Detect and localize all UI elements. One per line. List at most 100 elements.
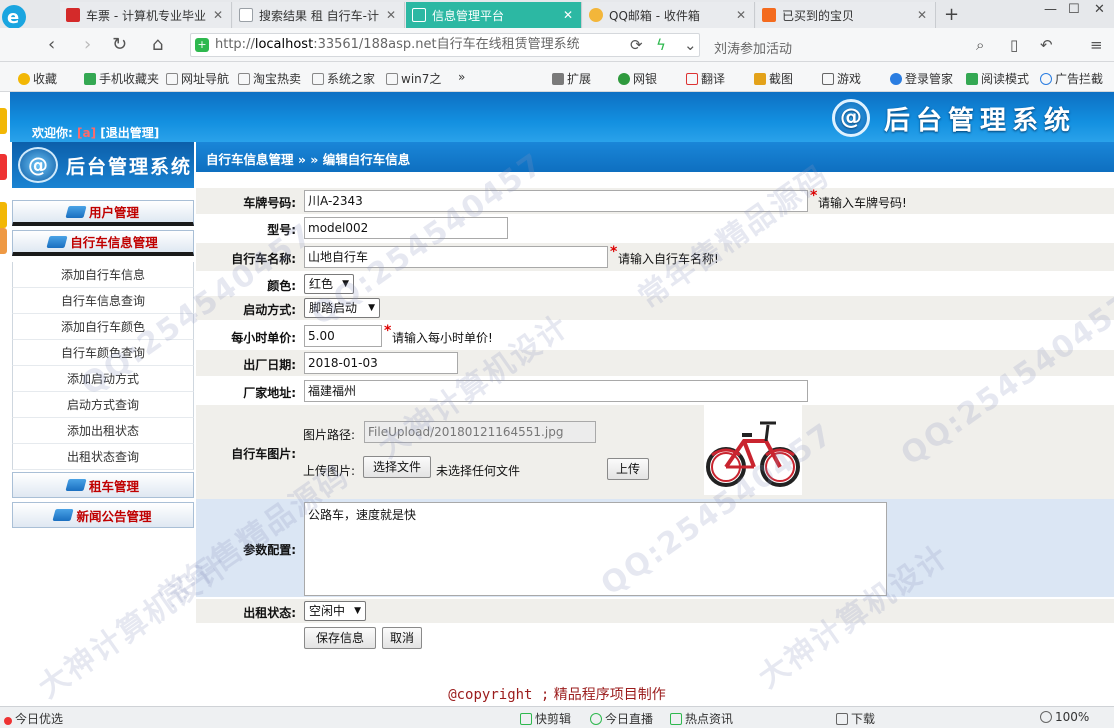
bookmark-taobao[interactable]: 淘宝热卖 [238,70,301,87]
sidebar-app-icon[interactable] [0,202,7,228]
status-hot[interactable]: 热点资讯 [670,710,733,727]
bookmark-xitong[interactable]: 系统之家 [312,70,375,87]
share-icon[interactable]: ⟳ [630,36,643,54]
search-icon [1040,711,1052,723]
tab-title: 已买到的宝贝 [782,8,855,23]
upload-button[interactable]: 上传 [607,458,649,480]
close-window-button[interactable]: ✕ [1094,2,1105,17]
menu-item-add-bike[interactable]: 添加自行车信息 [12,262,194,288]
date-input[interactable]: 2018-01-03 [304,352,458,374]
close-icon[interactable]: ✕ [917,8,929,22]
maximize-button[interactable]: ☐ [1068,2,1080,17]
address-input[interactable]: 福建福州 [304,380,808,402]
price-hint: 请输入每小时单价! [392,331,493,345]
params-textarea[interactable]: 公路车，速度就是快 [304,502,887,596]
refresh-button[interactable]: ↻ [112,34,127,55]
tab-purchased[interactable]: 已买到的宝贝 ✕ [756,2,936,28]
menu-item-add-start[interactable]: 添加启动方式 [12,366,194,392]
choose-file-button[interactable]: 选择文件 [363,456,431,478]
color-label: 颜色: [267,279,296,293]
menu-news-management[interactable]: 新闻公告管理 [12,502,194,528]
cancel-button[interactable]: 取消 [382,627,422,649]
close-icon[interactable]: ✕ [736,8,748,22]
close-icon[interactable]: ✕ [386,8,398,22]
close-icon[interactable]: ✕ [563,8,575,22]
sidebar-app-icon[interactable] [0,108,7,134]
tab-search-results[interactable]: 搜索结果 租 自行车-计 ✕ [233,2,405,28]
back-button[interactable]: ‹ [48,34,55,55]
lightning-icon[interactable]: ϟ [656,36,666,54]
globe-icon [618,73,630,85]
menu-item-bike-query[interactable]: 自行车信息查询 [12,288,194,314]
menu-icon [46,235,68,248]
bike-name-input[interactable]: 山地自行车 [304,246,608,268]
bookmark-more[interactable]: » [458,70,465,84]
menu-icon [65,205,87,218]
menu-item-add-status[interactable]: 添加出租状态 [12,418,194,444]
toolbar-login[interactable]: 登录管家 [890,70,953,87]
plate-input[interactable]: 川A-2343 [304,190,808,212]
home-button[interactable]: ⌂ [152,34,163,55]
price-input[interactable]: 5.00 [304,325,382,347]
name-hint: 请输入自行车名称! [618,252,719,266]
red-flag-icon [66,8,80,22]
menu-bike-management[interactable]: 自行车信息管理 [12,230,194,256]
zoom-level[interactable]: 100% [1040,710,1089,724]
model-input[interactable]: model002 [304,217,508,239]
image-path-label: 图片路径: [303,428,356,442]
tab-train-ticket[interactable]: 车票 - 计算机专业毕业 ✕ [60,2,232,28]
menu-item-add-color[interactable]: 添加自行车颜色 [12,314,194,340]
menu-item-status-query[interactable]: 出租状态查询 [12,444,194,470]
toolbar-translate[interactable]: 翻译 [686,70,725,87]
minimize-button[interactable]: — [1044,2,1057,17]
toolbar-adblock[interactable]: 广告拦截 [1040,70,1103,87]
address-toolbar: ‹ › ↻ ⌂ http://localhost:33561/188asp.ne… [0,28,1114,62]
save-button[interactable]: 保存信息 [304,627,376,649]
row-status: 出租状态: 空闲中 ▼ [196,599,1114,623]
bookmark-collect[interactable]: 收藏 [18,70,57,87]
toolbar-bank[interactable]: 网银 [618,70,657,87]
chevron-down-icon[interactable]: ⌄ [684,36,697,54]
toolbar-read[interactable]: 阅读模式 [966,70,1029,87]
url-prefix: http:// [215,37,255,52]
sidebar-app-icon[interactable] [0,228,7,254]
status-download[interactable]: 下载 [836,710,875,727]
phone-icon[interactable]: ▯ [1010,36,1018,54]
image-path-input: FileUpload/20180121164551.jpg [364,421,596,443]
menu-user-management[interactable]: 用户管理 [12,200,194,226]
bookmark-win7[interactable]: win7之 [386,70,441,87]
key-icon [890,73,902,85]
status-live[interactable]: 今日直播 [590,710,653,727]
menu-item-start-query[interactable]: 启动方式查询 [12,392,194,418]
search-icon[interactable]: ⌕ [976,36,984,54]
close-icon[interactable]: ✕ [213,8,225,22]
search-suggestion[interactable]: 刘涛参加活动 [714,38,792,57]
welcome-text: 欢迎你: [a] [退出管理] [32,126,160,140]
bookmark-mobile[interactable]: 手机收藏夹 [84,70,159,87]
menu-item-color-query[interactable]: 自行车颜色查询 [12,340,194,366]
toolbar-ext[interactable]: 扩展 [552,70,591,87]
forward-button[interactable]: › [84,34,91,55]
translate-icon [686,73,698,85]
toolbar-game[interactable]: 游戏 [822,70,861,87]
status-today-pick[interactable]: 今日优选 [4,710,63,727]
start-method-select[interactable]: 脚踏启动 ▼ [304,298,380,318]
menu-rent-management[interactable]: 租车管理 [12,472,194,498]
menu-icon[interactable]: ≡ [1090,36,1103,54]
tab-info-platform[interactable]: 信息管理平台 ✕ [406,2,582,28]
tab-qq-mail[interactable]: QQ邮箱 - 收件箱 ✕ [583,2,755,28]
rent-status-select[interactable]: 空闲中 ▼ [304,601,366,621]
logout-link[interactable]: [退出管理] [100,126,159,140]
new-tab-button[interactable]: + [944,4,959,25]
url-input[interactable]: http://localhost:33561/188asp.net自行车在线租赁… [190,33,700,57]
image-label: 自行车图片: [231,447,296,461]
bookmark-nav[interactable]: 网址导航 [166,70,229,87]
block-icon [1040,73,1052,85]
undo-icon[interactable]: ↶ [1040,36,1053,54]
status-kuai[interactable]: 快剪辑 [520,710,571,727]
toolbar-screenshot[interactable]: 截图 [754,70,793,87]
color-select[interactable]: 红色 ▼ [304,274,354,294]
menu-icon [65,479,87,491]
sidebar-app-icon[interactable] [0,154,7,180]
phone-icon [84,73,96,85]
